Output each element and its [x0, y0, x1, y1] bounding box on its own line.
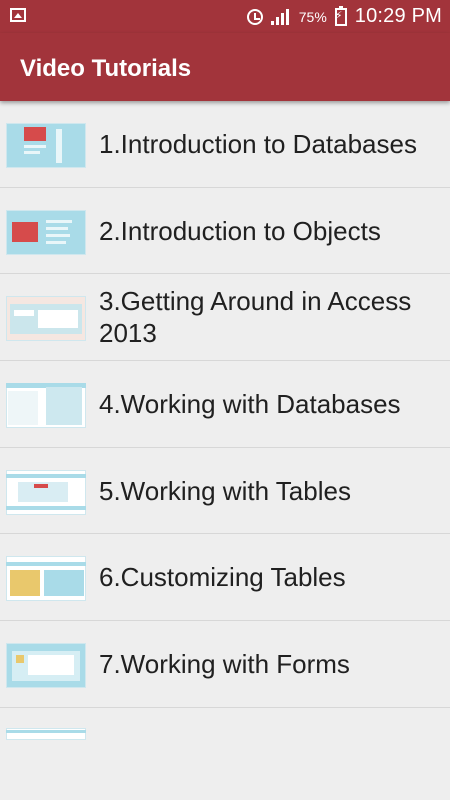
list-item-label: 5.Working with Tables	[99, 475, 351, 506]
signal-icon	[270, 8, 291, 25]
status-bar: 75% 10:29 PM	[0, 0, 450, 33]
status-right: 75% 10:29 PM	[246, 0, 442, 33]
list-item-label: 3.Getting Around in Access 2013	[99, 286, 412, 349]
battery-percent: 75%	[298, 8, 327, 25]
list-item-label: 6.Customizing Tables	[99, 562, 346, 593]
list-item[interactable]: 6.Customizing Tables	[0, 534, 450, 622]
list-item-label: 7.Working with Forms	[99, 648, 350, 679]
video-thumbnail	[6, 123, 86, 168]
video-thumbnail	[6, 209, 86, 255]
video-thumbnail	[6, 556, 86, 602]
battery-charging-icon	[334, 5, 347, 26]
video-thumbnail	[6, 296, 86, 342]
list-item[interactable]: 4.Working with Databases	[0, 361, 450, 448]
video-thumbnail	[6, 727, 86, 740]
app-bar: Video Tutorials	[0, 33, 450, 101]
list-item-label: 4.Working with Databases	[99, 388, 401, 419]
list-item[interactable]: 7.Working with Forms	[0, 621, 450, 708]
list-item[interactable]: 3.Getting Around in Access 2013	[0, 274, 450, 362]
list-item[interactable]: 1.Introduction to Databases	[0, 101, 450, 188]
page-title: Video Tutorials	[20, 55, 192, 82]
video-thumbnail	[6, 383, 86, 429]
list-item-label: 2.Introduction to Objects	[99, 215, 381, 246]
list-item[interactable]: 5.Working with Tables	[0, 448, 450, 535]
video-thumbnail	[6, 469, 86, 515]
tutorial-list[interactable]: 1.Introduction to Databases 2.Introducti…	[0, 101, 450, 756]
video-thumbnail	[6, 643, 86, 689]
list-item-label: 1.Introduction to Databases	[99, 128, 417, 159]
alarm-icon	[246, 8, 263, 25]
clock: 10:29 PM	[354, 5, 442, 27]
list-item[interactable]: 2.Introduction to Objects	[0, 188, 450, 275]
list-item[interactable]	[0, 708, 450, 756]
gallery-icon	[10, 8, 26, 22]
